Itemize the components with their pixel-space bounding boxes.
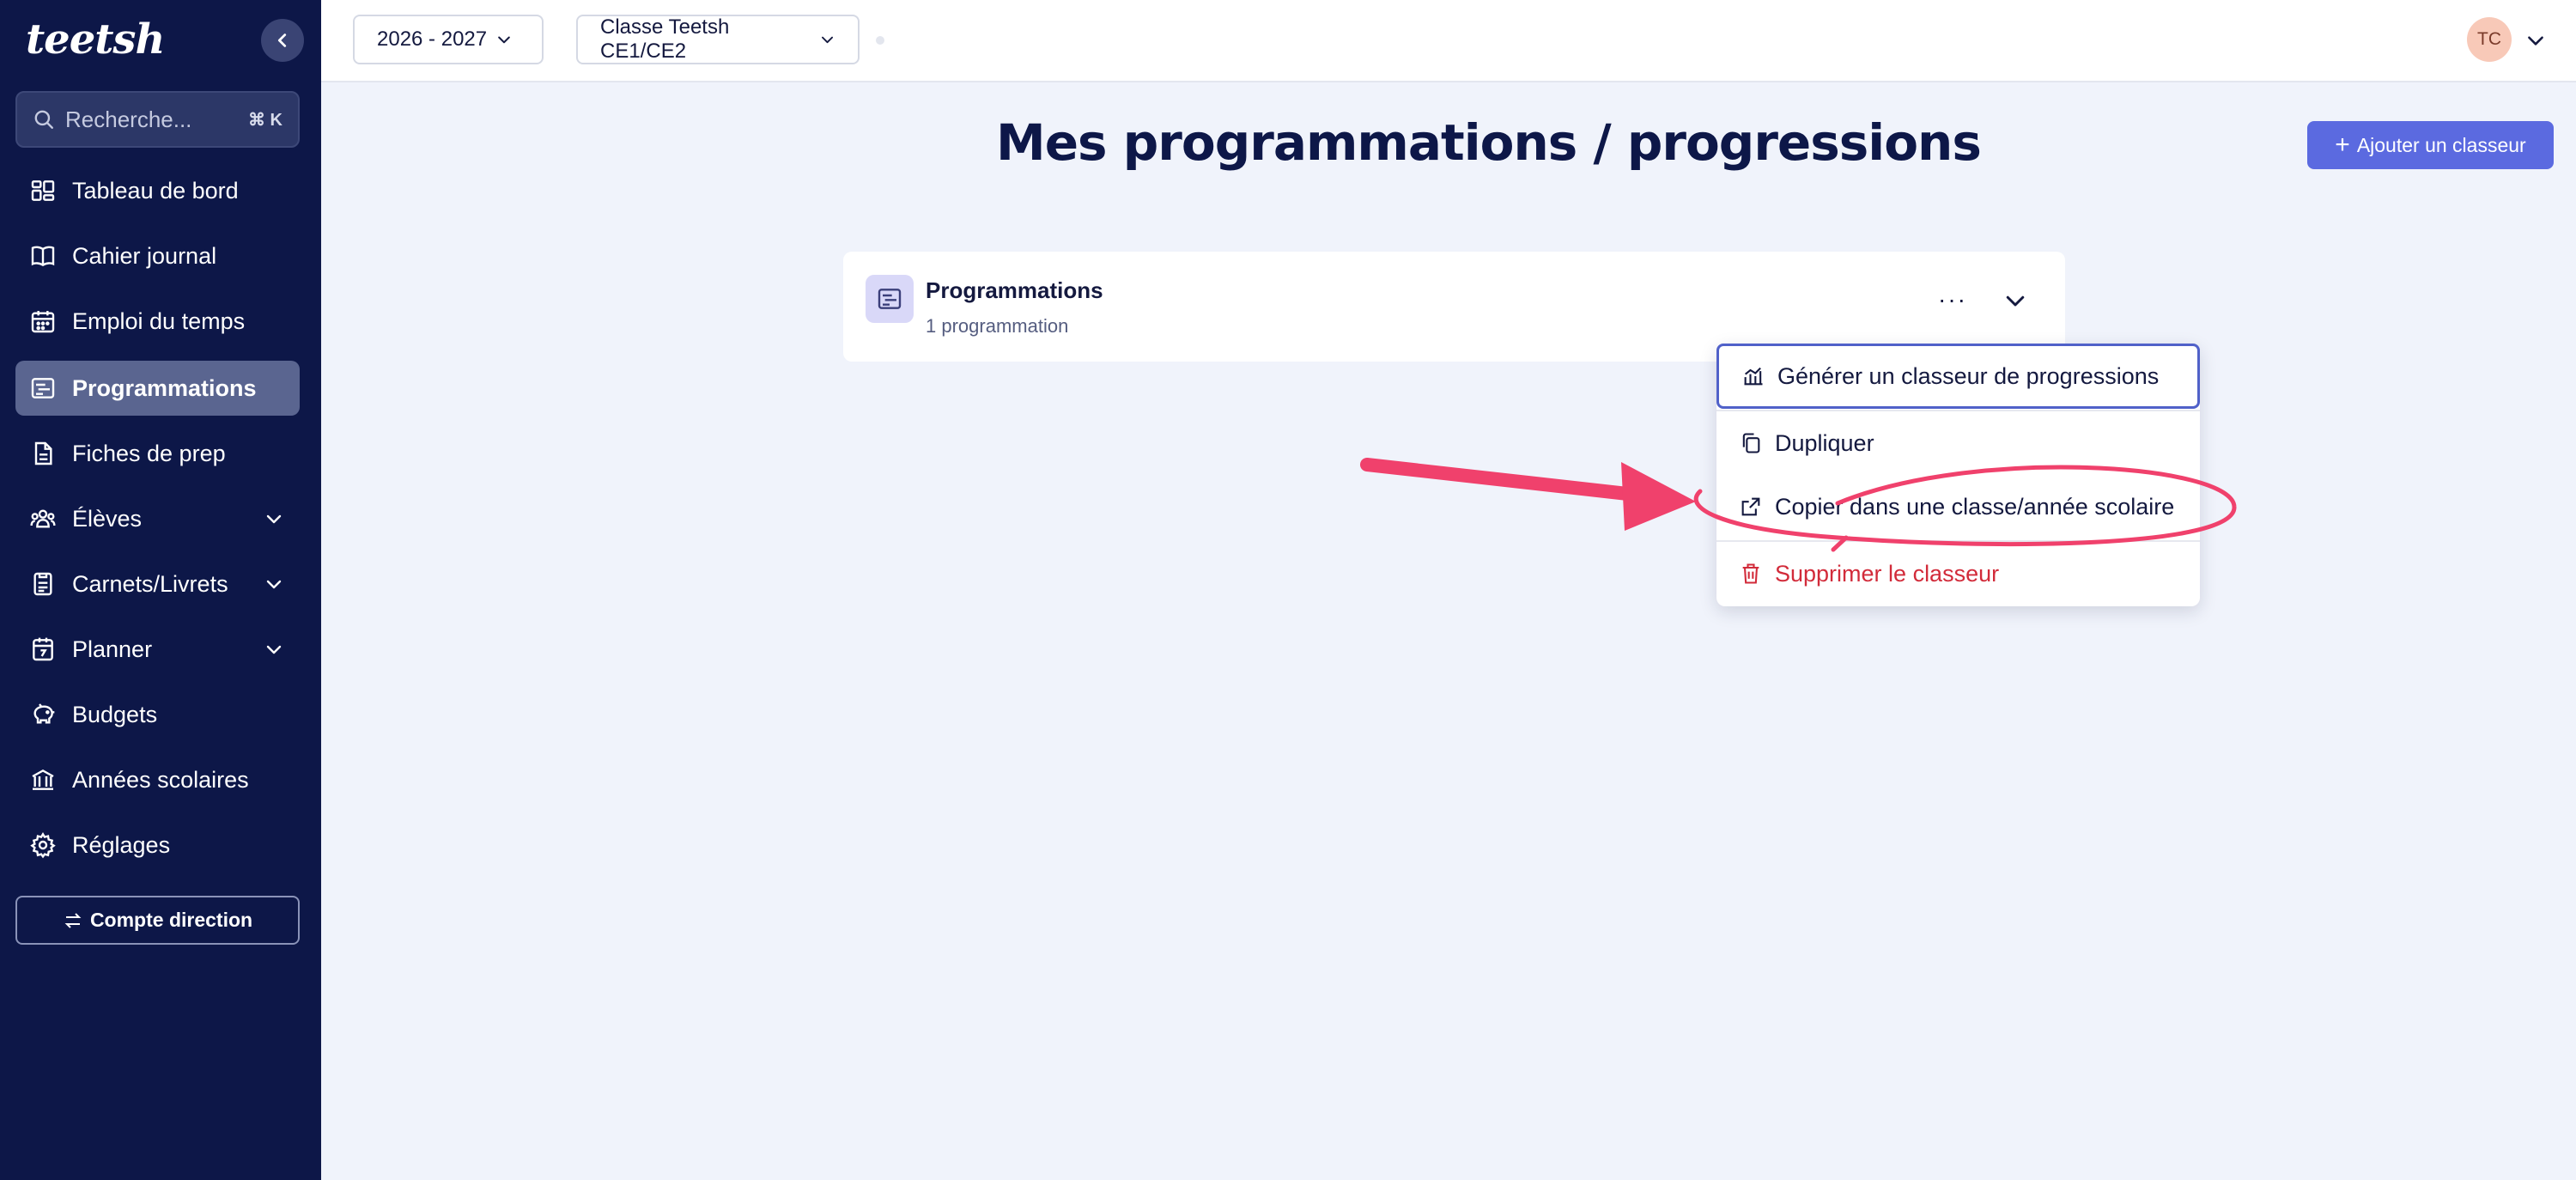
gear-icon bbox=[27, 830, 58, 861]
add-classeur-button[interactable]: + Ajouter un classeur bbox=[2307, 121, 2554, 169]
sidebar-item-label: Budgets bbox=[72, 701, 158, 727]
card-options-menu: Générer un classeur de progressions Dupl… bbox=[1716, 344, 2200, 606]
planner-icon bbox=[27, 634, 58, 665]
sidebar-item-label: Tableau de bord bbox=[72, 177, 239, 204]
card-subtitle: 1 programmation bbox=[926, 315, 1069, 337]
teetsh-logo[interactable]: teetsh bbox=[26, 15, 165, 64]
menu-item-label: Dupliquer bbox=[1775, 429, 1874, 456]
sidebar-item-label: Cahier journal bbox=[72, 242, 217, 269]
sidebar-item-label: Réglages bbox=[72, 831, 171, 858]
sidebar-item-label: Programmations bbox=[72, 374, 257, 401]
sidebar-item-label: Carnets/Livrets bbox=[72, 570, 228, 597]
menu-item-dupliquer[interactable]: Dupliquer bbox=[1716, 411, 2200, 476]
compte-direction-label: Compte direction bbox=[89, 909, 253, 931]
page-title: Mes programmations / progressions bbox=[996, 113, 1982, 172]
user-avatar[interactable]: TC bbox=[2467, 17, 2512, 62]
sidebar-item-label: Fiches de prep bbox=[72, 440, 226, 466]
programmation-icon bbox=[27, 373, 58, 404]
menu-item-supprimer-classeur[interactable]: Supprimer le classeur bbox=[1716, 541, 2200, 606]
search-input[interactable]: Recherche... ⌘ K bbox=[15, 91, 300, 148]
sidebar-item-annees-scolaires[interactable]: Années scolaires bbox=[15, 752, 300, 807]
chevron-down-icon[interactable] bbox=[2002, 288, 2028, 313]
calendar-icon bbox=[27, 306, 58, 337]
chevron-down-icon bbox=[266, 645, 282, 654]
chevron-down-icon bbox=[821, 36, 833, 44]
sidebar-item-label: Années scolaires bbox=[72, 766, 249, 793]
search-icon bbox=[34, 110, 53, 129]
sidebar-item-planner[interactable]: Planner bbox=[15, 622, 300, 677]
book-icon bbox=[27, 240, 58, 271]
sidebar-item-label: Planner bbox=[72, 636, 153, 662]
year-selector-label: 2026 - 2027 bbox=[377, 27, 488, 51]
collapse-sidebar-button[interactable] bbox=[261, 19, 304, 62]
sidebar-item-fiches-de-prep[interactable]: Fiches de prep bbox=[15, 426, 300, 481]
notebook-icon bbox=[27, 569, 58, 599]
external-link-icon bbox=[1741, 497, 1760, 516]
annotation-arrow bbox=[1360, 458, 1696, 531]
programmation-icon bbox=[866, 275, 914, 323]
search-placeholder: Recherche... bbox=[65, 106, 192, 132]
sidebar-item-budgets[interactable]: Budgets bbox=[15, 687, 300, 742]
class-selector[interactable]: Classe Teetsh CE1/CE2 bbox=[576, 15, 860, 64]
sidebar-item-label: Emploi du temps bbox=[72, 307, 246, 334]
swap-icon bbox=[64, 912, 82, 928]
piggy-bank-icon bbox=[27, 699, 58, 730]
card-title: Programmations bbox=[926, 277, 1103, 303]
menu-item-copier-classe[interactable]: Copier dans une classe/année scolaire bbox=[1716, 474, 2200, 539]
sidebar-item-eleves[interactable]: Élèves bbox=[15, 491, 300, 546]
year-selector[interactable]: 2026 - 2027 bbox=[353, 15, 544, 64]
chevron-down-icon bbox=[498, 36, 510, 44]
class-selector-label: Classe Teetsh CE1/CE2 bbox=[600, 15, 730, 63]
sidebar: teetsh Recherche... ⌘ K Tableau de bord … bbox=[0, 0, 321, 1180]
chevron-down-icon bbox=[266, 580, 282, 589]
chevron-down-icon bbox=[266, 514, 282, 524]
sidebar-item-reglages[interactable]: Réglages bbox=[15, 818, 300, 873]
copy-icon bbox=[1742, 433, 1760, 453]
add-classeur-label: Ajouter un classeur bbox=[2356, 133, 2526, 156]
menu-item-label: Copier dans une classe/année scolaire bbox=[1775, 493, 2175, 520]
separator-dot bbox=[876, 36, 884, 45]
file-icon bbox=[27, 438, 58, 469]
plus-icon: + bbox=[2335, 131, 2350, 159]
logo-text: teetsh bbox=[26, 15, 165, 64]
chart-icon bbox=[1744, 367, 1763, 386]
topbar: 2026 - 2027 Classe Teetsh CE1/CE2 TC bbox=[321, 0, 2576, 82]
sidebar-item-cahier-journal[interactable]: Cahier journal bbox=[15, 228, 300, 283]
sidebar-item-carnets-livrets[interactable]: Carnets/Livrets bbox=[15, 557, 300, 611]
chevron-down-icon[interactable] bbox=[2524, 29, 2547, 52]
compte-direction-button[interactable]: Compte direction bbox=[15, 896, 300, 945]
sidebar-item-label: Élèves bbox=[72, 505, 143, 532]
menu-item-label: Générer un classeur de progressions bbox=[1777, 362, 2160, 389]
students-icon bbox=[27, 503, 58, 534]
trash-icon bbox=[1742, 563, 1759, 584]
search-shortcut: ⌘ K bbox=[248, 110, 283, 130]
chevron-left-icon bbox=[277, 33, 287, 47]
sidebar-item-tableau-de-bord[interactable]: Tableau de bord bbox=[15, 163, 300, 218]
dashboard-icon bbox=[27, 175, 58, 206]
menu-item-label: Supprimer le classeur bbox=[1775, 560, 2000, 587]
sidebar-item-programmations[interactable]: Programmations bbox=[15, 361, 300, 416]
sidebar-item-emploi-du-temps[interactable]: Emploi du temps bbox=[15, 294, 300, 349]
more-options-icon[interactable]: ··· bbox=[1938, 286, 1967, 313]
menu-item-generer-classeur[interactable]: Générer un classeur de progressions bbox=[1716, 344, 2200, 409]
user-initials: TC bbox=[2477, 29, 2501, 49]
school-icon bbox=[27, 764, 58, 795]
